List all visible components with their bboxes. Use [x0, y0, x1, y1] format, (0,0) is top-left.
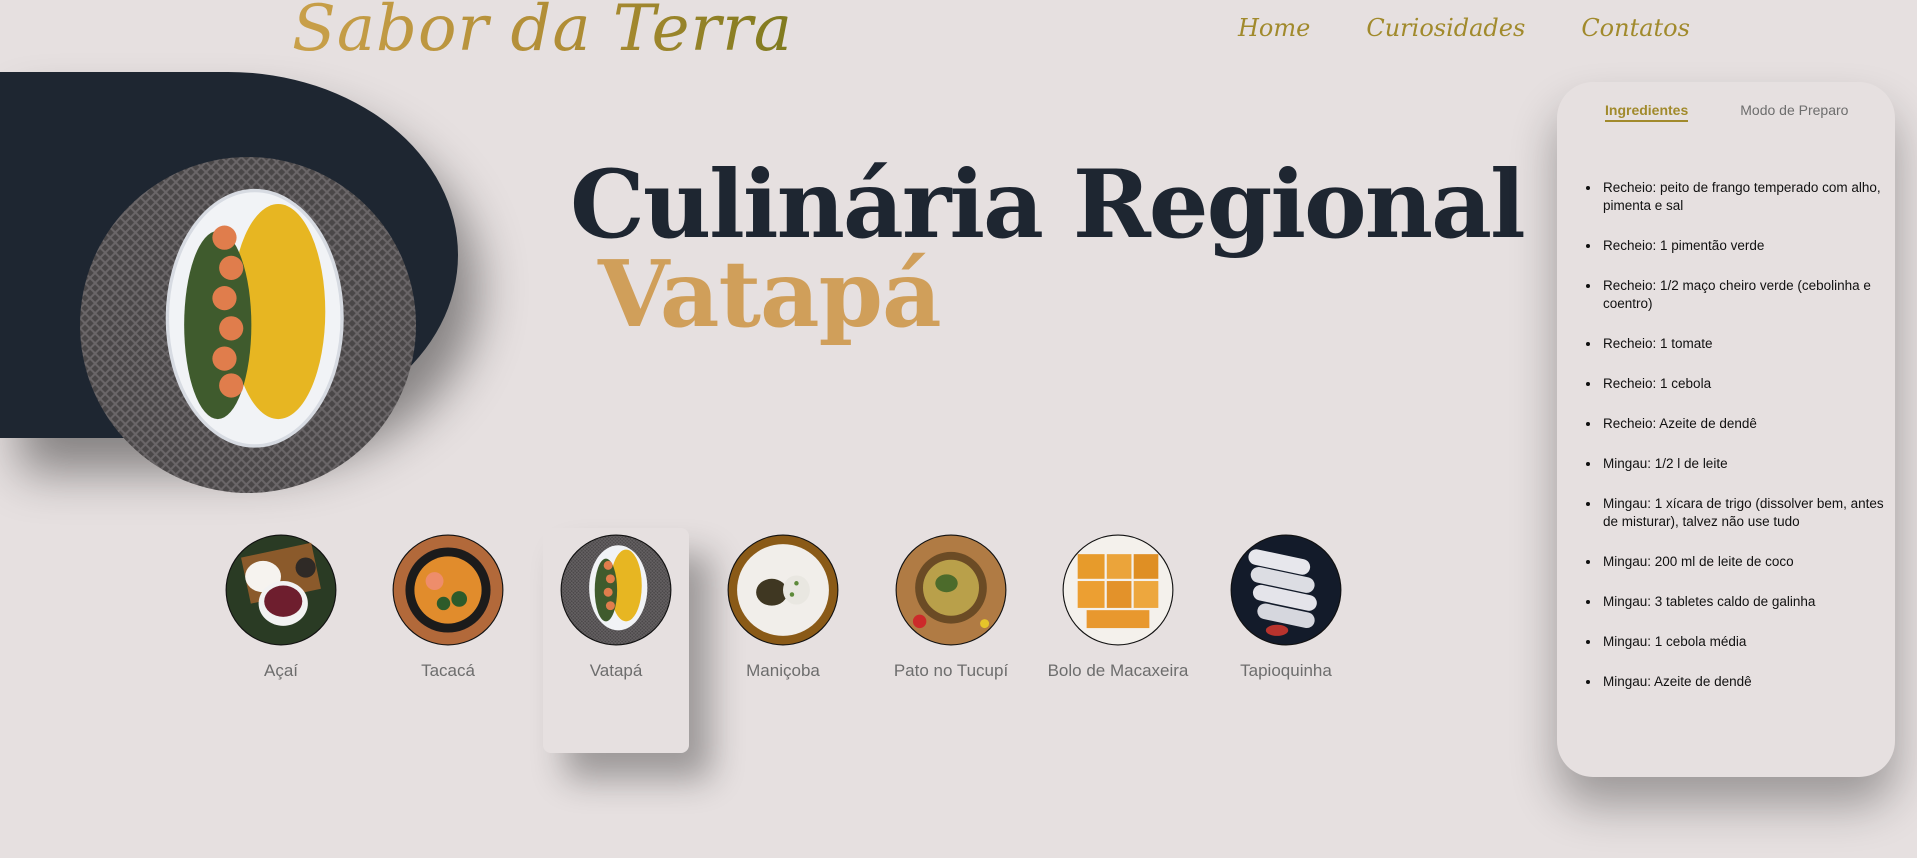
list-item: Mingau: 1 cebola média [1601, 633, 1891, 651]
nav-home-link[interactable]: Home [1238, 14, 1310, 42]
dish-card-acai[interactable]: Açaí [208, 528, 354, 753]
dish-label: Tacacá [421, 661, 475, 680]
list-item: Mingau: 1/2 l de leite [1601, 455, 1891, 473]
recipe-tabs: Ingredientes Modo de Preparo [1605, 102, 1848, 122]
hero-subtitle: Vatapá [598, 240, 942, 348]
nav-curiosidades-link[interactable]: Curiosidades [1366, 14, 1525, 42]
dish-label: Tapioquinha [1240, 661, 1332, 680]
main-nav: Home Curiosidades Contatos [1238, 14, 1690, 42]
manicoba-plate-icon [727, 534, 839, 646]
dish-card-tapioquinha[interactable]: Tapioquinha [1213, 528, 1359, 753]
page: Sabor da Terra Home Curiosidades Contato… [0, 0, 1917, 858]
nav-contatos-link[interactable]: Contatos [1581, 14, 1690, 42]
vatapa-plate-icon [560, 534, 672, 646]
list-item: Recheio: peito de frango temperado com a… [1601, 179, 1891, 215]
list-item: Recheio: 1 pimentão verde [1601, 237, 1891, 255]
dish-label: Açaí [263, 661, 299, 680]
dish-card-pato-no-tucupi[interactable]: Pato no Tucupí [878, 528, 1024, 753]
site-logo[interactable]: Sabor da Terra [292, 0, 793, 66]
list-item: Mingau: 3 tabletes caldo de galinha [1601, 593, 1891, 611]
recipe-panel: Ingredientes Modo de Preparo Recheio: pe… [1557, 82, 1895, 777]
dish-card-manicoba[interactable]: Maniçoba [710, 528, 856, 753]
list-item: Recheio: 1 cebola [1601, 375, 1891, 393]
featured-dish-panel [0, 72, 458, 493]
list-item: Mingau: 200 ml de leite de coco [1601, 553, 1891, 571]
list-item: Mingau: 1 xícara de trigo (dissolver bem… [1601, 495, 1891, 531]
list-item: Recheio: 1/2 maço cheiro verde (cebolinh… [1601, 277, 1891, 313]
list-item: Recheio: 1 tomate [1601, 335, 1891, 353]
dish-card-tacaca[interactable]: Tacacá [375, 528, 521, 753]
bolo-de-macaxeira-icon [1062, 534, 1174, 646]
vatapa-hero-image [80, 157, 416, 493]
dish-label: Bolo de Macaxeira [1047, 661, 1189, 680]
list-item: Mingau: Azeite de dendê [1601, 673, 1891, 691]
list-item: Recheio: Azeite de dendê [1601, 415, 1891, 433]
tab-modo-de-preparo[interactable]: Modo de Preparo [1740, 102, 1848, 122]
acai-bowl-icon [225, 534, 337, 646]
ingredients-list: Recheio: peito de frango temperado com a… [1577, 179, 1891, 713]
dish-card-vatapa[interactable]: Vatapá [543, 528, 689, 753]
dish-card-bolo-de-macaxeira[interactable]: Bolo de Macaxeira [1045, 528, 1191, 753]
tapioquinha-icon [1230, 534, 1342, 646]
dish-label: Vatapá [589, 661, 643, 680]
dish-label: Maniçoba [746, 661, 820, 680]
tab-ingredientes[interactable]: Ingredientes [1605, 102, 1689, 122]
pato-no-tucupi-icon [895, 534, 1007, 646]
dish-label: Pato no Tucupí [893, 661, 1009, 680]
tacaca-bowl-icon [392, 534, 504, 646]
